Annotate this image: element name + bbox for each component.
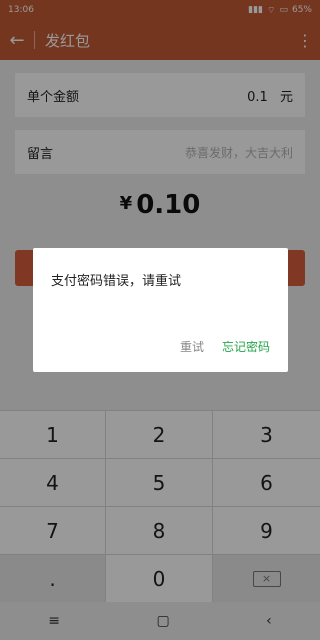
error-dialog: 支付密码错误，请重试 重试 忘记密码 xyxy=(33,248,288,372)
retry-button[interactable]: 重试 xyxy=(180,338,204,355)
forgot-password-button[interactable]: 忘记密码 xyxy=(222,338,270,355)
dialog-message: 支付密码错误，请重试 xyxy=(51,274,182,289)
dialog-actions: 重试 忘记密码 xyxy=(180,338,270,355)
